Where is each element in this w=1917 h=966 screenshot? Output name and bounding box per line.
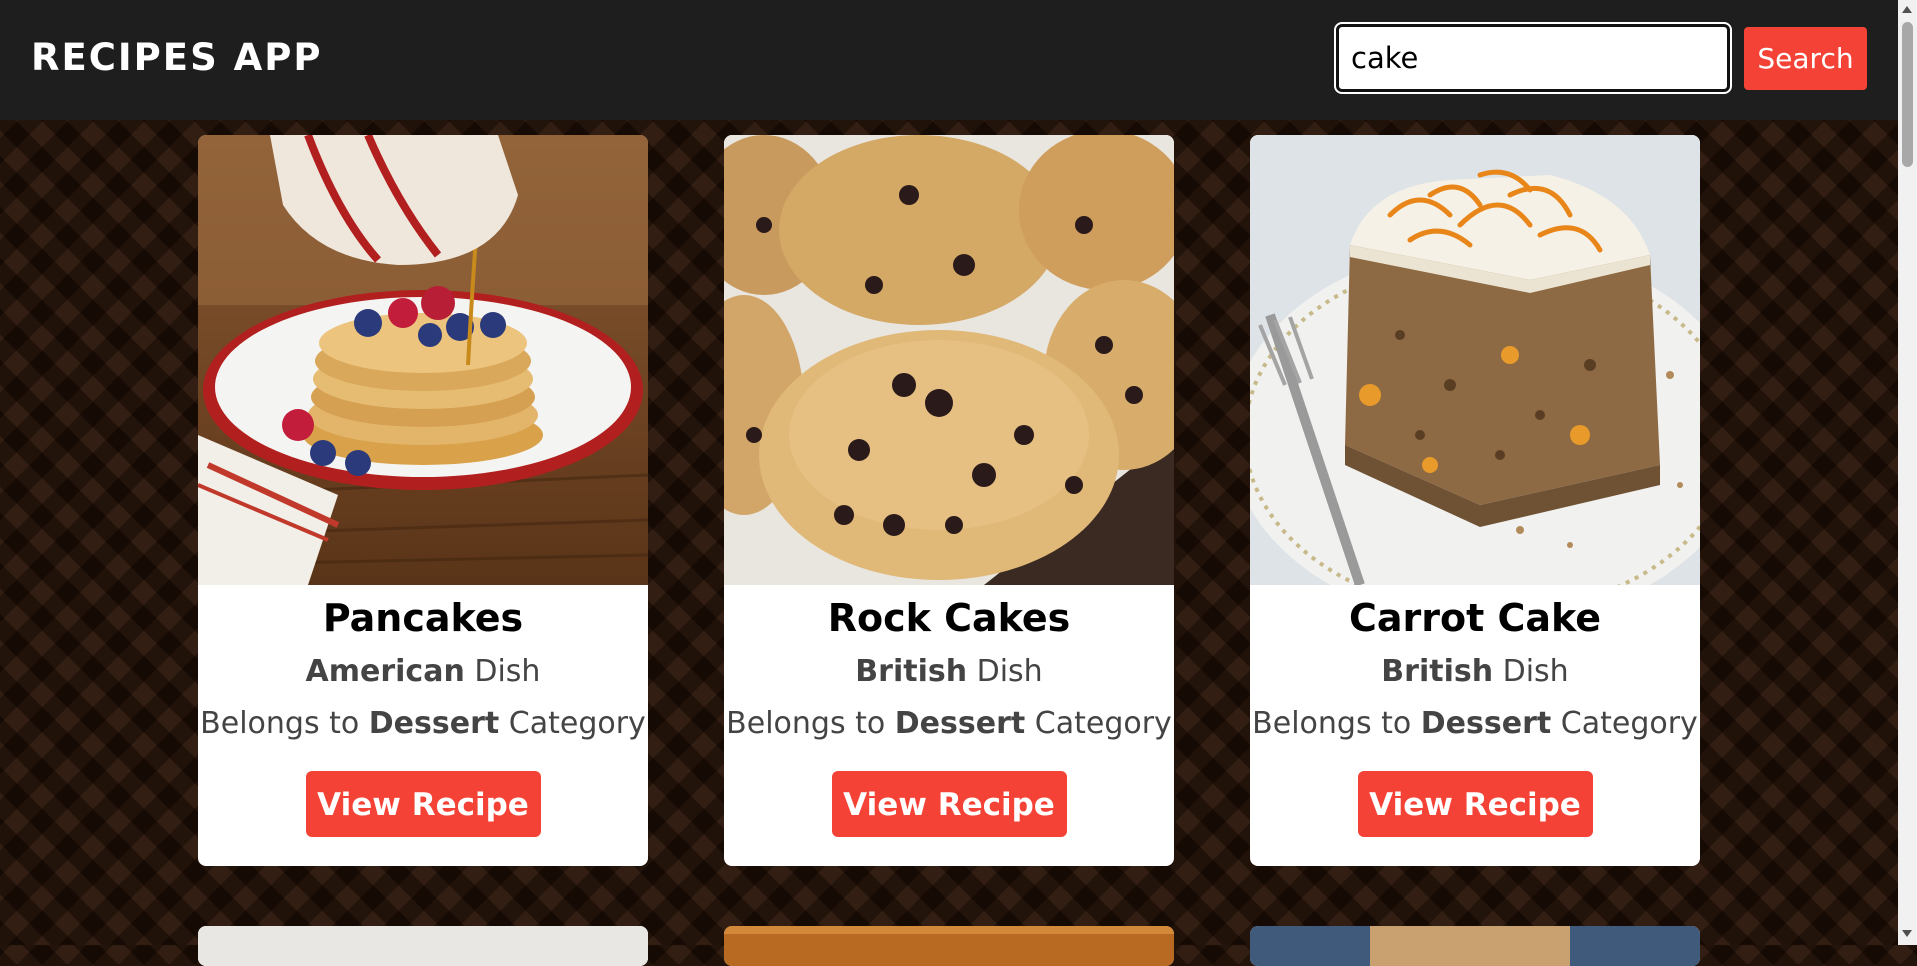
recipe-card-partial (1250, 926, 1700, 966)
view-recipe-button[interactable]: View Recipe (1357, 771, 1593, 837)
recipe-category: Dessert (894, 706, 1026, 741)
recipe-title: Rock Cakes (827, 596, 1071, 640)
recipe-card: Rock Cakes British Dish Belongs to Desse… (724, 135, 1174, 866)
recipe-card-partial (724, 926, 1174, 966)
dish-suffix: Dish (1493, 654, 1569, 689)
recipe-category-line: Belongs to Dessert Category (1250, 703, 1700, 745)
recipe-category-line: Belongs to Dessert Category (724, 703, 1174, 745)
recipe-area: British (1381, 654, 1494, 689)
category-suffix: Category (499, 706, 646, 741)
recipe-area: American (305, 654, 465, 689)
recipe-title: Carrot Cake (1348, 596, 1602, 640)
category-suffix: Category (1551, 706, 1698, 741)
app-title: RECIPES APP (31, 36, 323, 79)
recipe-category: Dessert (368, 706, 500, 741)
dish-suffix: Dish (967, 654, 1043, 689)
recipe-image (1250, 135, 1700, 585)
scroll-up-icon[interactable] (1902, 6, 1912, 13)
category-prefix: Belongs to (200, 706, 369, 741)
scroll-thumb[interactable] (1902, 22, 1913, 167)
page-scrollbar[interactable] (1898, 0, 1917, 945)
recipe-card-partial (198, 926, 648, 966)
recipe-category-line: Belongs to Dessert Category (198, 703, 648, 745)
recipe-image (198, 135, 648, 585)
recipe-image (724, 135, 1174, 585)
category-prefix: Belongs to (726, 706, 895, 741)
app-header: RECIPES APP Search (0, 0, 1898, 120)
category-suffix: Category (1025, 706, 1172, 741)
recipe-category: Dessert (1420, 706, 1552, 741)
recipe-card: Carrot Cake British Dish Belongs to Dess… (1250, 135, 1700, 866)
dish-suffix: Dish (464, 654, 541, 689)
recipe-area: British (855, 654, 968, 689)
view-recipe-button[interactable]: View Recipe (831, 771, 1067, 837)
search-button[interactable]: Search (1744, 27, 1867, 90)
recipe-card: Pancakes American Dish Belongs to Desser… (198, 135, 648, 866)
scroll-down-icon[interactable] (1902, 930, 1912, 937)
recipe-origin: American Dish (198, 651, 648, 693)
category-prefix: Belongs to (1252, 706, 1421, 741)
search-input[interactable] (1334, 22, 1732, 94)
recipe-origin: British Dish (1250, 651, 1700, 693)
view-recipe-button[interactable]: View Recipe (305, 771, 541, 837)
recipe-title: Pancakes (322, 596, 524, 640)
recipe-origin: British Dish (724, 651, 1174, 693)
